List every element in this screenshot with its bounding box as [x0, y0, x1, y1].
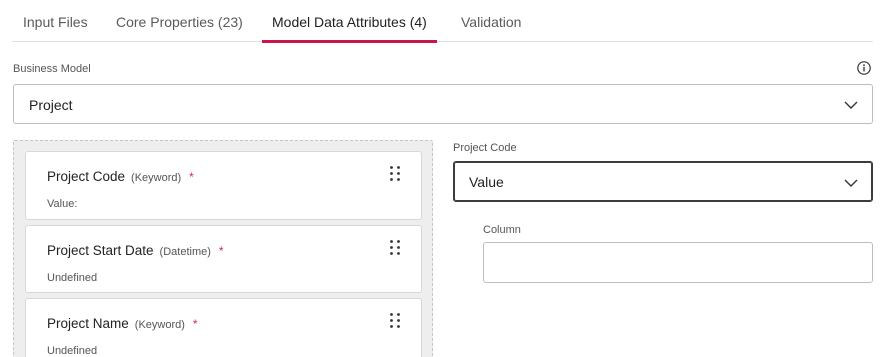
attribute-type: (Datetime) — [159, 246, 211, 258]
tab-bar: Input Files Core Properties (23) Model D… — [12, 0, 873, 43]
chevron-down-icon — [844, 179, 858, 187]
business-model-label: Business Model — [13, 63, 91, 75]
required-marker: * — [218, 244, 224, 258]
attribute-type: (Keyword) — [134, 319, 185, 331]
attribute-name: Project Start Date — [47, 243, 154, 258]
drag-handle-icon[interactable] — [389, 165, 401, 182]
project-code-label: Project Code — [453, 142, 517, 154]
info-icon[interactable] — [857, 61, 871, 75]
required-marker: * — [192, 317, 198, 331]
attribute-name: Project Code — [47, 169, 126, 184]
attribute-list: Project Code (Keyword) * Value: Project St… — [13, 140, 433, 357]
drag-handle-icon[interactable] — [389, 312, 401, 329]
attribute-card-project-code[interactable]: Project Code (Keyword) * Value: — [25, 151, 422, 220]
tab-model-data-attributes[interactable]: Model Data Attributes (4) — [262, 0, 437, 43]
attribute-value: Value: — [47, 198, 78, 210]
attribute-title: Project Start Date (Datetime) * — [47, 243, 224, 258]
column-input[interactable] — [483, 242, 873, 283]
attribute-card-project-name[interactable]: Project Name (Keyword) * Undefined — [25, 298, 422, 357]
project-code-select[interactable]: Value — [453, 161, 873, 202]
tab-input-files[interactable]: Input Files — [23, 0, 88, 42]
attribute-value: Undefined — [47, 272, 98, 284]
business-model-select[interactable]: Project — [13, 84, 873, 124]
drag-handle-icon[interactable] — [389, 239, 401, 256]
attribute-type: (Keyword) — [131, 172, 182, 184]
attribute-card-project-start-date[interactable]: Project Start Date (Datetime) * Undefined — [25, 225, 422, 293]
chevron-down-icon — [844, 101, 858, 109]
tab-core-properties[interactable]: Core Properties (23) — [116, 0, 243, 42]
attribute-title: Project Code (Keyword) * — [47, 169, 194, 184]
attribute-title: Project Name (Keyword) * — [47, 316, 198, 331]
column-label: Column — [483, 224, 521, 236]
attribute-name: Project Name — [47, 316, 129, 331]
business-model-value: Project — [29, 97, 73, 113]
attribute-value: Undefined — [47, 345, 98, 357]
required-marker: * — [189, 170, 194, 184]
tab-validation[interactable]: Validation — [461, 0, 521, 42]
project-code-value: Value — [469, 174, 504, 190]
